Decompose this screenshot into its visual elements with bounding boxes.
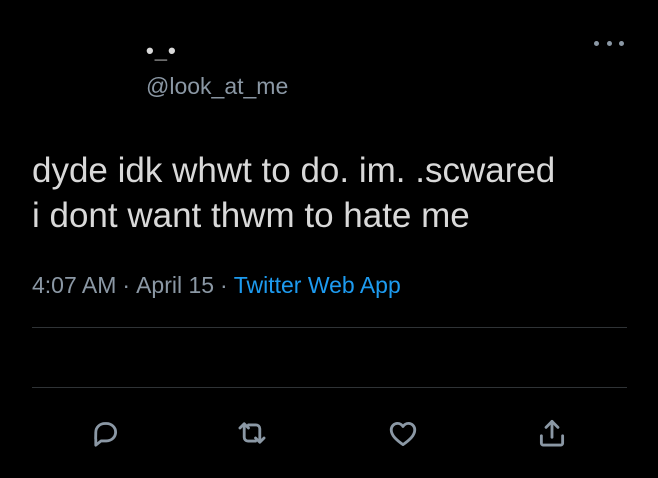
heart-icon: [389, 421, 417, 447]
more-dot: [619, 40, 624, 46]
share-button[interactable]: [533, 414, 571, 452]
divider: [32, 387, 627, 388]
tweet-text: dyde idk whwt to do. im. .scwared i dont…: [32, 151, 556, 235]
retweet-icon: [238, 422, 266, 444]
more-dot: [606, 40, 612, 46]
share-icon: [539, 419, 565, 447]
user-handle[interactable]: @look_at_me: [146, 72, 288, 100]
retweet-button[interactable]: [233, 414, 271, 452]
more-horizontal-icon[interactable]: [594, 37, 624, 49]
display-name[interactable]: •_•: [146, 38, 177, 64]
reply-icon: [94, 422, 118, 447]
meta-separator: ·: [122, 272, 131, 298]
more-dot: [594, 40, 599, 46]
tweet-date[interactable]: April 15: [136, 272, 214, 298]
reply-button[interactable]: [86, 414, 124, 452]
tweet-meta: 4:07 AM · April 15 · Twitter Web App: [32, 270, 401, 300]
tweet-time[interactable]: 4:07 AM: [32, 272, 116, 298]
tweet-source-link[interactable]: Twitter Web App: [234, 272, 401, 298]
meta-separator: ·: [220, 272, 228, 298]
divider: [32, 327, 627, 328]
like-button[interactable]: [384, 414, 422, 452]
